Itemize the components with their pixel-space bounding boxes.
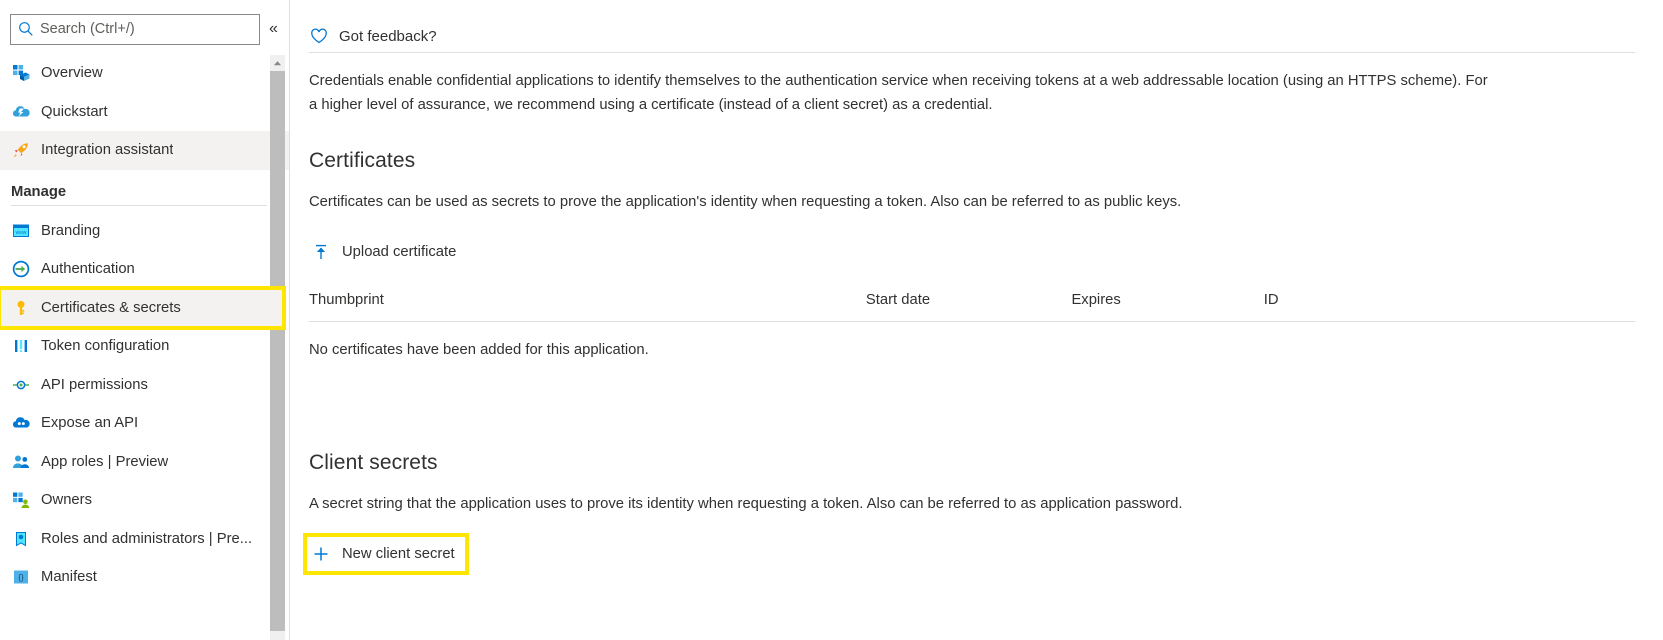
sidebar-item-label: Owners: [41, 492, 92, 509]
owners-grid-icon: [11, 490, 31, 510]
svg-text:www: www: [16, 230, 27, 236]
sidebar-item-quickstart[interactable]: Quickstart: [0, 93, 289, 132]
api-permissions-icon: [11, 375, 31, 395]
sidebar-item-label: App roles | Preview: [41, 453, 169, 470]
sidebar-divider: [11, 204, 267, 206]
upload-icon: [311, 242, 331, 262]
quickstart-cloud-icon: [11, 102, 31, 122]
branding-window-icon: www: [11, 221, 31, 241]
overview-grid-icon: [11, 63, 31, 83]
client-secrets-description: A secret string that the application use…: [309, 496, 1183, 513]
sidebar-item-roles-and-administrators[interactable]: Roles and administrators | Pre...: [0, 520, 289, 559]
sidebar-search-row: «: [0, 0, 289, 54]
token-bars-icon: [11, 336, 31, 356]
column-header-id[interactable]: ID: [1263, 286, 1635, 323]
new-client-secret-button[interactable]: New client secret: [303, 533, 469, 576]
sidebar-item-integration-assistant[interactable]: Integration assistant: [0, 131, 289, 170]
sidebar-item-manifest[interactable]: {} Manifest: [0, 558, 289, 597]
sidebar-item-expose-an-api[interactable]: Expose an API: [0, 404, 289, 443]
main-content: Got feedback? Credentials enable confide…: [290, 0, 1663, 640]
sidebar-scrollbar[interactable]: [270, 55, 285, 640]
table-header-row: Thumbprint Start date Expires ID: [309, 286, 1635, 323]
sidebar-item-label: Authentication: [41, 261, 135, 278]
sidebar-item-certificates-and-secrets[interactable]: Certificates & secrets: [0, 285, 286, 330]
sidebar: « Overview: [0, 0, 290, 640]
certificates-description: Certificates can be used as secrets to p…: [309, 193, 1182, 210]
sidebar-item-app-roles[interactable]: App roles | Preview: [0, 443, 289, 482]
sidebar-item-label: API permissions: [41, 376, 148, 393]
heart-icon: [309, 26, 329, 46]
sidebar-group-title: Manage: [11, 183, 67, 200]
upload-certificate-label: Upload certificate: [342, 244, 457, 261]
upload-certificate-button[interactable]: Upload certificate: [309, 237, 464, 267]
certificates-section-title: Certificates: [309, 148, 416, 172]
client-secrets-command-bar: New client secret: [290, 515, 1663, 576]
scroll-up-arrow-icon[interactable]: [270, 55, 285, 71]
new-client-secret-label: New client secret: [342, 546, 455, 563]
certificates-command-bar: Upload certificate: [290, 213, 1663, 267]
rocket-icon: [11, 140, 31, 160]
sidebar-item-label: Manifest: [41, 569, 97, 586]
sidebar-item-label: Quickstart: [41, 103, 108, 120]
intro-paragraph: Credentials enable confidential applicat…: [309, 73, 1488, 113]
sidebar-item-label: Expose an API: [41, 415, 139, 432]
manifest-braces-icon: {}: [11, 567, 31, 587]
sidebar-item-token-configuration[interactable]: Token configuration: [0, 327, 289, 366]
column-header-thumbprint[interactable]: Thumbprint: [309, 286, 866, 323]
roles-admin-icon: [11, 529, 31, 549]
scrollbar-thumb[interactable]: [270, 71, 285, 631]
sidebar-item-authentication[interactable]: Authentication: [0, 250, 289, 289]
search-icon: [17, 20, 35, 38]
certificates-empty-message: No certificates have been added for this…: [309, 342, 649, 359]
client-secrets-section-title: Client secrets: [309, 451, 438, 475]
svg-text:{}: {}: [18, 573, 24, 582]
sidebar-item-owners[interactable]: Owners: [0, 481, 289, 520]
certificates-table-wrap: Thumbprint Start date Expires ID: [290, 267, 1663, 323]
column-header-expires[interactable]: Expires: [1071, 286, 1264, 323]
collapse-sidebar-button[interactable]: «: [268, 16, 279, 42]
sidebar-item-label: Certificates & secrets: [41, 299, 181, 316]
expose-api-cloud-icon: [11, 413, 31, 433]
sidebar-item-branding[interactable]: www Branding: [0, 212, 289, 251]
sidebar-item-label: Roles and administrators | Pre...: [41, 530, 253, 547]
sidebar-item-label: Overview: [41, 65, 103, 82]
certificates-table: Thumbprint Start date Expires ID: [309, 286, 1635, 323]
column-header-start-date[interactable]: Start date: [865, 286, 1072, 323]
sidebar-item-label: Integration assistant: [41, 142, 174, 159]
azure-portal-blade: « Overview: [0, 0, 1663, 640]
authentication-arrow-icon: [11, 259, 31, 279]
sidebar-item-label: Token configuration: [41, 338, 170, 355]
search-input[interactable]: [40, 21, 253, 37]
key-icon: [11, 298, 31, 318]
search-box[interactable]: [10, 13, 260, 45]
sidebar-nav: Overview Quickstart Integration assistan…: [0, 54, 289, 597]
got-feedback-row[interactable]: Got feedback?: [290, 0, 1663, 52]
sidebar-item-overview[interactable]: Overview: [0, 54, 289, 93]
got-feedback-label[interactable]: Got feedback?: [339, 28, 437, 45]
sidebar-item-api-permissions[interactable]: API permissions: [0, 366, 289, 405]
plus-icon: [311, 544, 331, 564]
app-roles-people-icon: [11, 452, 31, 472]
sidebar-item-label: Branding: [41, 222, 101, 239]
